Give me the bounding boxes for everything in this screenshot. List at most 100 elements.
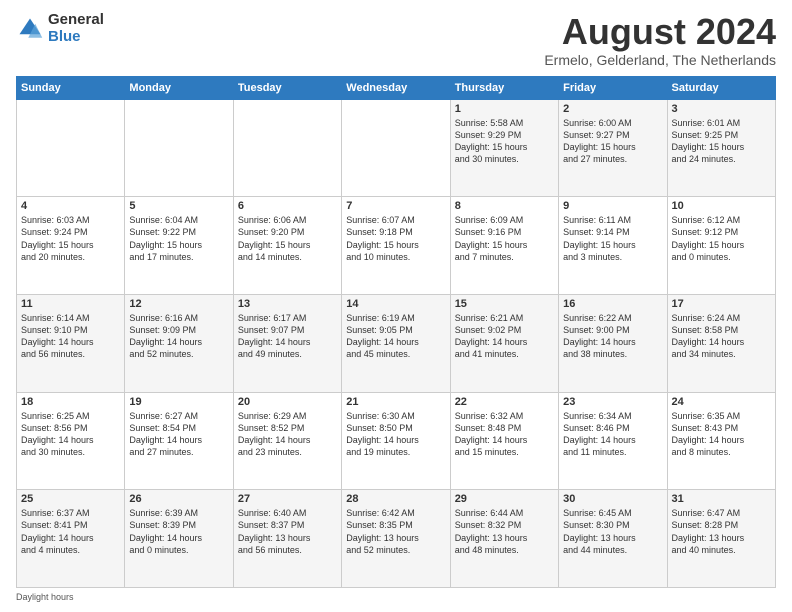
day-info: Sunrise: 6:11 AM Sunset: 9:14 PM Dayligh… — [563, 214, 662, 263]
calendar-cell — [125, 99, 233, 197]
logo-general: General — [48, 12, 104, 29]
calendar-cell: 18 Sunrise: 6:25 AM Sunset: 8:56 PM Dayli… — [17, 392, 125, 490]
logo: General Blue — [16, 12, 104, 45]
calendar-cell: 28 Sunrise: 6:42 AM Sunset: 8:35 PM Dayli… — [342, 490, 450, 588]
day-info: Sunrise: 6:45 AM Sunset: 8:30 PM Dayligh… — [563, 507, 662, 556]
day-number: 2 — [563, 103, 662, 115]
day-info: Sunrise: 6:04 AM Sunset: 9:22 PM Dayligh… — [129, 214, 228, 263]
day-number: 30 — [563, 493, 662, 505]
day-number: 3 — [672, 103, 771, 115]
calendar-cell: 30 Sunrise: 6:45 AM Sunset: 8:30 PM Dayli… — [559, 490, 667, 588]
day-number: 28 — [346, 493, 445, 505]
day-number: 4 — [21, 200, 120, 212]
day-info: Sunrise: 6:25 AM Sunset: 8:56 PM Dayligh… — [21, 410, 120, 459]
calendar-cell: 11Sunrise: 6:14 AM Sunset: 9:10 PM Dayli… — [17, 294, 125, 392]
calendar-cell: 1 Sunrise: 5:58 AM Sunset: 9:29 PM Daylig… — [450, 99, 558, 197]
day-info: Sunrise: 6:03 AM Sunset: 9:24 PM Dayligh… — [21, 214, 120, 263]
day-info: Sunrise: 6:22 AM Sunset: 9:00 PM Dayligh… — [563, 312, 662, 361]
day-number: 17 — [672, 298, 771, 310]
day-info: Sunrise: 6:44 AM Sunset: 8:32 PM Dayligh… — [455, 507, 554, 556]
day-info: Sunrise: 6:01 AM Sunset: 9:25 PM Dayligh… — [672, 117, 771, 166]
day-info: Sunrise: 6:37 AM Sunset: 8:41 PM Dayligh… — [21, 507, 120, 556]
title-location: Ermelo, Gelderland, The Netherlands — [544, 52, 776, 68]
calendar-cell: 14 Sunrise: 6:19 AM Sunset: 9:05 PM Dayli… — [342, 294, 450, 392]
col-wednesday: Wednesday — [342, 76, 450, 99]
calendar-cell — [233, 99, 341, 197]
day-number: 22 — [455, 396, 554, 408]
calendar-cell: 22 Sunrise: 6:32 AM Sunset: 8:48 PM Dayli… — [450, 392, 558, 490]
day-info: Sunrise: 5:58 AM Sunset: 9:29 PM Dayligh… — [455, 117, 554, 166]
col-saturday: Saturday — [667, 76, 775, 99]
day-info: Sunrise: 6:40 AM Sunset: 8:37 PM Dayligh… — [238, 507, 337, 556]
calendar-cell: 6 Sunrise: 6:06 AM Sunset: 9:20 PM Daylig… — [233, 197, 341, 295]
calendar-cell: 16 Sunrise: 6:22 AM Sunset: 9:00 PM Dayli… — [559, 294, 667, 392]
logo-text: General Blue — [48, 12, 104, 45]
day-number: 8 — [455, 200, 554, 212]
day-number: 25 — [21, 493, 120, 505]
day-number: 27 — [238, 493, 337, 505]
day-info: Sunrise: 6:24 AM Sunset: 8:58 PM Dayligh… — [672, 312, 771, 361]
day-info: Sunrise: 6:35 AM Sunset: 8:43 PM Dayligh… — [672, 410, 771, 459]
calendar-cell: 7Sunrise: 6:07 AM Sunset: 9:18 PM Daylig… — [342, 197, 450, 295]
day-number: 1 — [455, 103, 554, 115]
calendar-cell: 5Sunrise: 6:04 AM Sunset: 9:22 PM Daylig… — [125, 197, 233, 295]
calendar-week-3: 18 Sunrise: 6:25 AM Sunset: 8:56 PM Dayli… — [17, 392, 776, 490]
title-block: August 2024 Ermelo, Gelderland, The Neth… — [544, 12, 776, 68]
calendar-week-2: 11Sunrise: 6:14 AM Sunset: 9:10 PM Dayli… — [17, 294, 776, 392]
title-month: August 2024 — [544, 12, 776, 52]
calendar-cell: 4 Sunrise: 6:03 AM Sunset: 9:24 PM Daylig… — [17, 197, 125, 295]
day-info: Sunrise: 6:30 AM Sunset: 8:50 PM Dayligh… — [346, 410, 445, 459]
day-number: 6 — [238, 200, 337, 212]
day-number: 14 — [346, 298, 445, 310]
day-number: 20 — [238, 396, 337, 408]
calendar-week-4: 25 Sunrise: 6:37 AM Sunset: 8:41 PM Dayli… — [17, 490, 776, 588]
calendar-cell: 27 Sunrise: 6:40 AM Sunset: 8:37 PM Dayli… — [233, 490, 341, 588]
col-thursday: Thursday — [450, 76, 558, 99]
calendar-cell: 23Sunrise: 6:34 AM Sunset: 8:46 PM Dayli… — [559, 392, 667, 490]
day-info: Sunrise: 6:12 AM Sunset: 9:12 PM Dayligh… — [672, 214, 771, 263]
calendar-header-row: Sunday Monday Tuesday Wednesday Thursday… — [17, 76, 776, 99]
calendar-cell: 12Sunrise: 6:16 AM Sunset: 9:09 PM Dayli… — [125, 294, 233, 392]
day-info: Sunrise: 6:39 AM Sunset: 8:39 PM Dayligh… — [129, 507, 228, 556]
day-number: 12 — [129, 298, 228, 310]
day-info: Sunrise: 6:27 AM Sunset: 8:54 PM Dayligh… — [129, 410, 228, 459]
col-friday: Friday — [559, 76, 667, 99]
day-info: Sunrise: 6:07 AM Sunset: 9:18 PM Dayligh… — [346, 214, 445, 263]
col-sunday: Sunday — [17, 76, 125, 99]
day-info: Sunrise: 6:19 AM Sunset: 9:05 PM Dayligh… — [346, 312, 445, 361]
day-number: 24 — [672, 396, 771, 408]
day-info: Sunrise: 6:32 AM Sunset: 8:48 PM Dayligh… — [455, 410, 554, 459]
calendar-cell — [342, 99, 450, 197]
calendar-cell: 2 Sunrise: 6:00 AM Sunset: 9:27 PM Daylig… — [559, 99, 667, 197]
page: General Blue August 2024 Ermelo, Gelderl… — [0, 0, 792, 612]
calendar-week-0: 1 Sunrise: 5:58 AM Sunset: 9:29 PM Daylig… — [17, 99, 776, 197]
calendar-cell: 13Sunrise: 6:17 AM Sunset: 9:07 PM Dayli… — [233, 294, 341, 392]
logo-icon — [16, 15, 44, 43]
day-info: Sunrise: 6:00 AM Sunset: 9:27 PM Dayligh… — [563, 117, 662, 166]
day-info: Sunrise: 6:34 AM Sunset: 8:46 PM Dayligh… — [563, 410, 662, 459]
day-info: Sunrise: 6:06 AM Sunset: 9:20 PM Dayligh… — [238, 214, 337, 263]
calendar-cell: 8 Sunrise: 6:09 AM Sunset: 9:16 PM Daylig… — [450, 197, 558, 295]
calendar-cell — [17, 99, 125, 197]
calendar-cell: 17 Sunrise: 6:24 AM Sunset: 8:58 PM Dayli… — [667, 294, 775, 392]
day-info: Sunrise: 6:42 AM Sunset: 8:35 PM Dayligh… — [346, 507, 445, 556]
day-number: 18 — [21, 396, 120, 408]
col-monday: Monday — [125, 76, 233, 99]
header: General Blue August 2024 Ermelo, Gelderl… — [16, 12, 776, 68]
day-number: 9 — [563, 200, 662, 212]
day-info: Sunrise: 6:09 AM Sunset: 9:16 PM Dayligh… — [455, 214, 554, 263]
day-info: Sunrise: 6:47 AM Sunset: 8:28 PM Dayligh… — [672, 507, 771, 556]
col-tuesday: Tuesday — [233, 76, 341, 99]
day-info: Sunrise: 6:29 AM Sunset: 8:52 PM Dayligh… — [238, 410, 337, 459]
calendar-cell: 15Sunrise: 6:21 AM Sunset: 9:02 PM Dayli… — [450, 294, 558, 392]
day-number: 19 — [129, 396, 228, 408]
day-number: 11 — [21, 298, 120, 310]
day-info: Sunrise: 6:21 AM Sunset: 9:02 PM Dayligh… — [455, 312, 554, 361]
calendar-cell: 24 Sunrise: 6:35 AM Sunset: 8:43 PM Dayli… — [667, 392, 775, 490]
calendar-cell: 31Sunrise: 6:47 AM Sunset: 8:28 PM Dayli… — [667, 490, 775, 588]
day-number: 26 — [129, 493, 228, 505]
calendar-cell: 25 Sunrise: 6:37 AM Sunset: 8:41 PM Dayli… — [17, 490, 125, 588]
day-number: 21 — [346, 396, 445, 408]
calendar-cell: 10Sunrise: 6:12 AM Sunset: 9:12 PM Dayli… — [667, 197, 775, 295]
day-number: 16 — [563, 298, 662, 310]
